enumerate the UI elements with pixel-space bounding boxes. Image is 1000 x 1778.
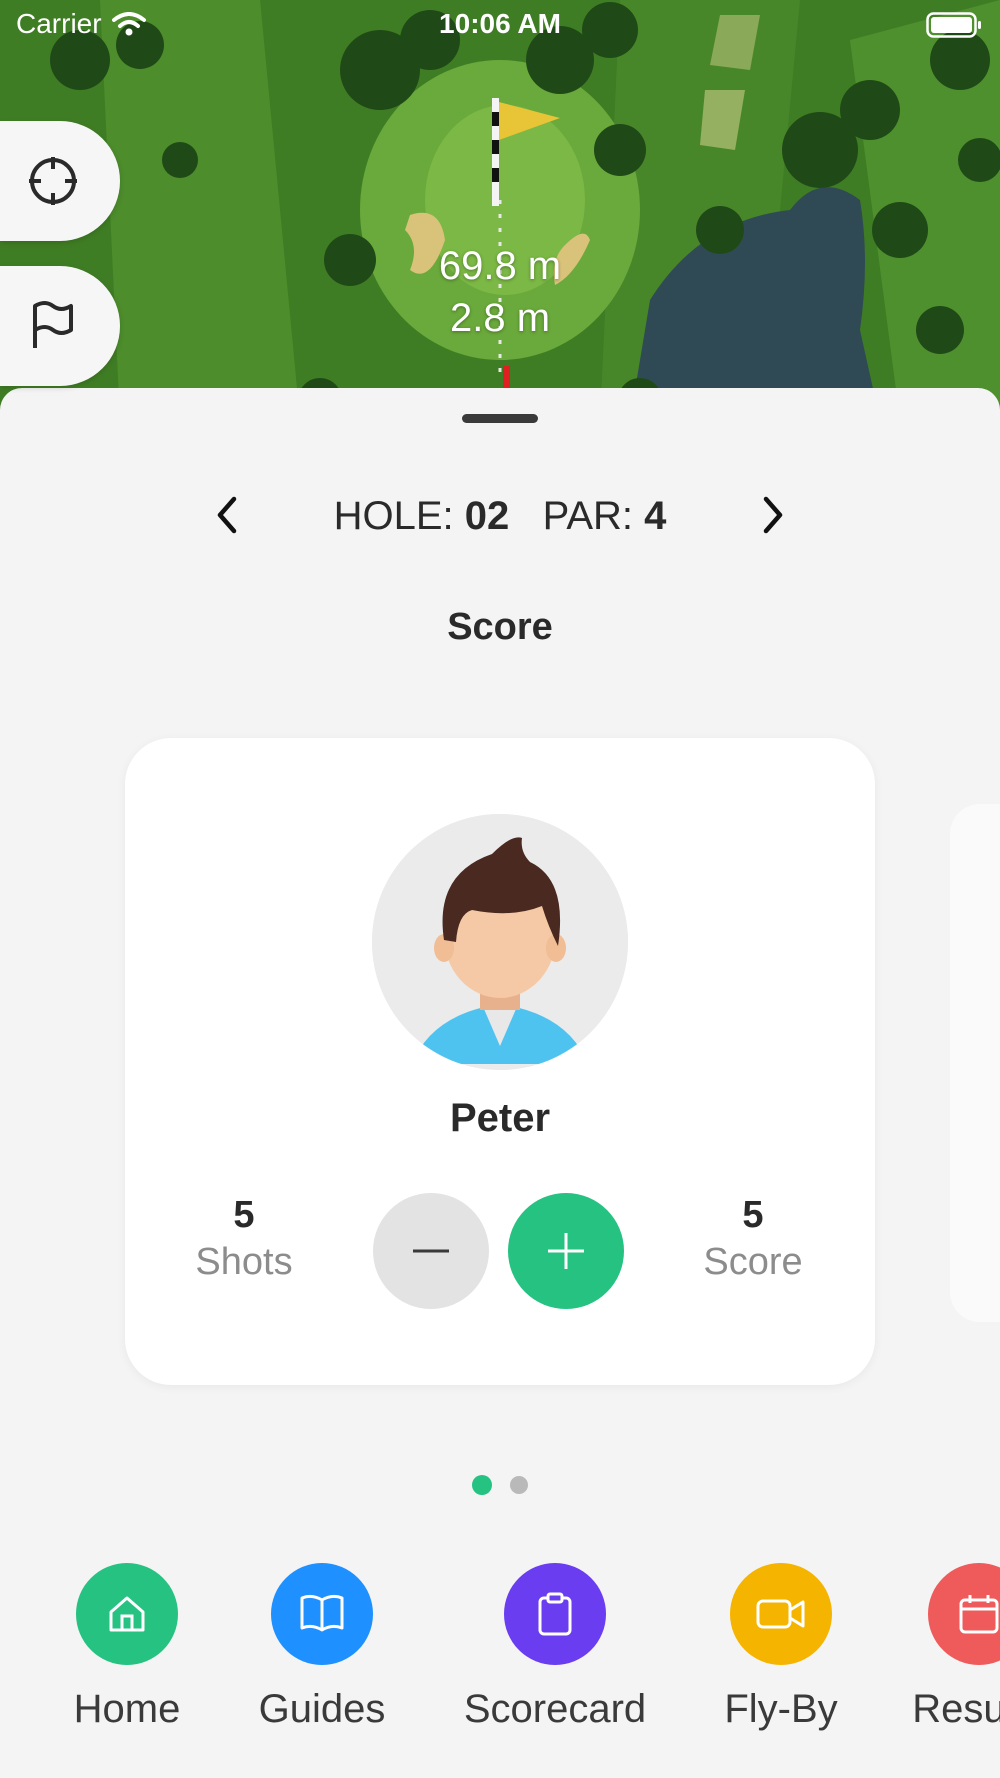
next-hole-button[interactable] xyxy=(748,490,798,540)
sheet-grabber[interactable] xyxy=(462,414,538,423)
shots-stat: 5 Shots xyxy=(144,1194,344,1284)
hole-label: HOLE: xyxy=(333,494,454,538)
score-stat: 5 Score xyxy=(653,1194,853,1284)
par-label: PAR: xyxy=(542,494,634,538)
nav-scorecard-icon-circle xyxy=(504,1563,606,1665)
player-score-card: Peter 5 Shots 5 Score xyxy=(125,738,875,1385)
bottom-sheet: HOLE: 02 PAR: 4 Score Peter 5 Shots 5 Sc… xyxy=(0,388,1000,1778)
nav-results-label: Results xyxy=(912,1687,1000,1731)
plus-icon xyxy=(548,1233,584,1269)
page-dot[interactable] xyxy=(510,1476,528,1494)
chevron-right-icon xyxy=(763,496,783,534)
par-value: 4 xyxy=(644,494,667,538)
status-bar: Carrier 10:06 AM xyxy=(0,0,1000,50)
nav-home-icon-circle xyxy=(76,1563,178,1665)
hole-navigator: HOLE: 02 PAR: 4 xyxy=(0,476,1000,556)
nav-results-icon-circle xyxy=(928,1563,1000,1665)
distance-to-pin: 69.8 m xyxy=(438,244,562,288)
nav-home-label: Home xyxy=(73,1687,181,1731)
nav-scorecard[interactable]: Scorecard xyxy=(445,1563,665,1732)
shots-label: Shots xyxy=(195,1241,293,1283)
decrease-shots-button[interactable] xyxy=(373,1193,489,1309)
score-value: 5 xyxy=(742,1194,764,1236)
minus-icon xyxy=(413,1249,449,1253)
increase-shots-button[interactable] xyxy=(508,1193,624,1309)
score-label: Score xyxy=(703,1241,803,1283)
nav-home[interactable]: Home xyxy=(17,1563,237,1732)
hole-number: 02 xyxy=(464,494,510,538)
locate-me-button[interactable] xyxy=(0,121,120,241)
nav-flyby-label: Fly-By xyxy=(724,1687,838,1731)
video-camera-icon xyxy=(756,1599,805,1629)
distance-secondary: 2.8 m xyxy=(449,296,551,340)
shots-value: 5 xyxy=(233,1194,255,1236)
home-icon xyxy=(109,1596,145,1632)
nav-flyby[interactable]: Fly-By xyxy=(671,1563,891,1732)
page-dot-active[interactable] xyxy=(472,1475,492,1495)
clock: 10:06 AM xyxy=(439,8,561,39)
course-hole-map-image xyxy=(0,0,1000,420)
clipboard-icon xyxy=(538,1592,572,1636)
player-name: Peter xyxy=(449,1096,551,1140)
avatar xyxy=(372,814,628,1070)
nav-guides[interactable]: Guides xyxy=(212,1563,432,1732)
nav-scorecard-label: Scorecard xyxy=(463,1687,647,1731)
next-player-card-peek[interactable] xyxy=(950,804,1000,1322)
score-section-title: Score xyxy=(447,606,553,648)
nav-guides-label: Guides xyxy=(258,1687,386,1731)
nav-results[interactable]: Results xyxy=(869,1563,1000,1732)
nav-guides-icon-circle xyxy=(271,1563,373,1665)
book-icon xyxy=(300,1594,344,1632)
calendar-icon xyxy=(959,1595,999,1634)
nav-flyby-icon-circle xyxy=(730,1563,832,1665)
player-avatar-illustration xyxy=(372,814,628,1070)
crosshair-icon xyxy=(29,157,77,205)
course-map[interactable]: Carrier 10:06 AM 69.8 m 2.8 m xyxy=(0,0,1000,420)
hole-par-label: HOLE: 02 PAR: 4 xyxy=(0,494,1000,539)
battery-icon xyxy=(926,12,982,45)
page-indicator[interactable] xyxy=(0,1475,1000,1495)
